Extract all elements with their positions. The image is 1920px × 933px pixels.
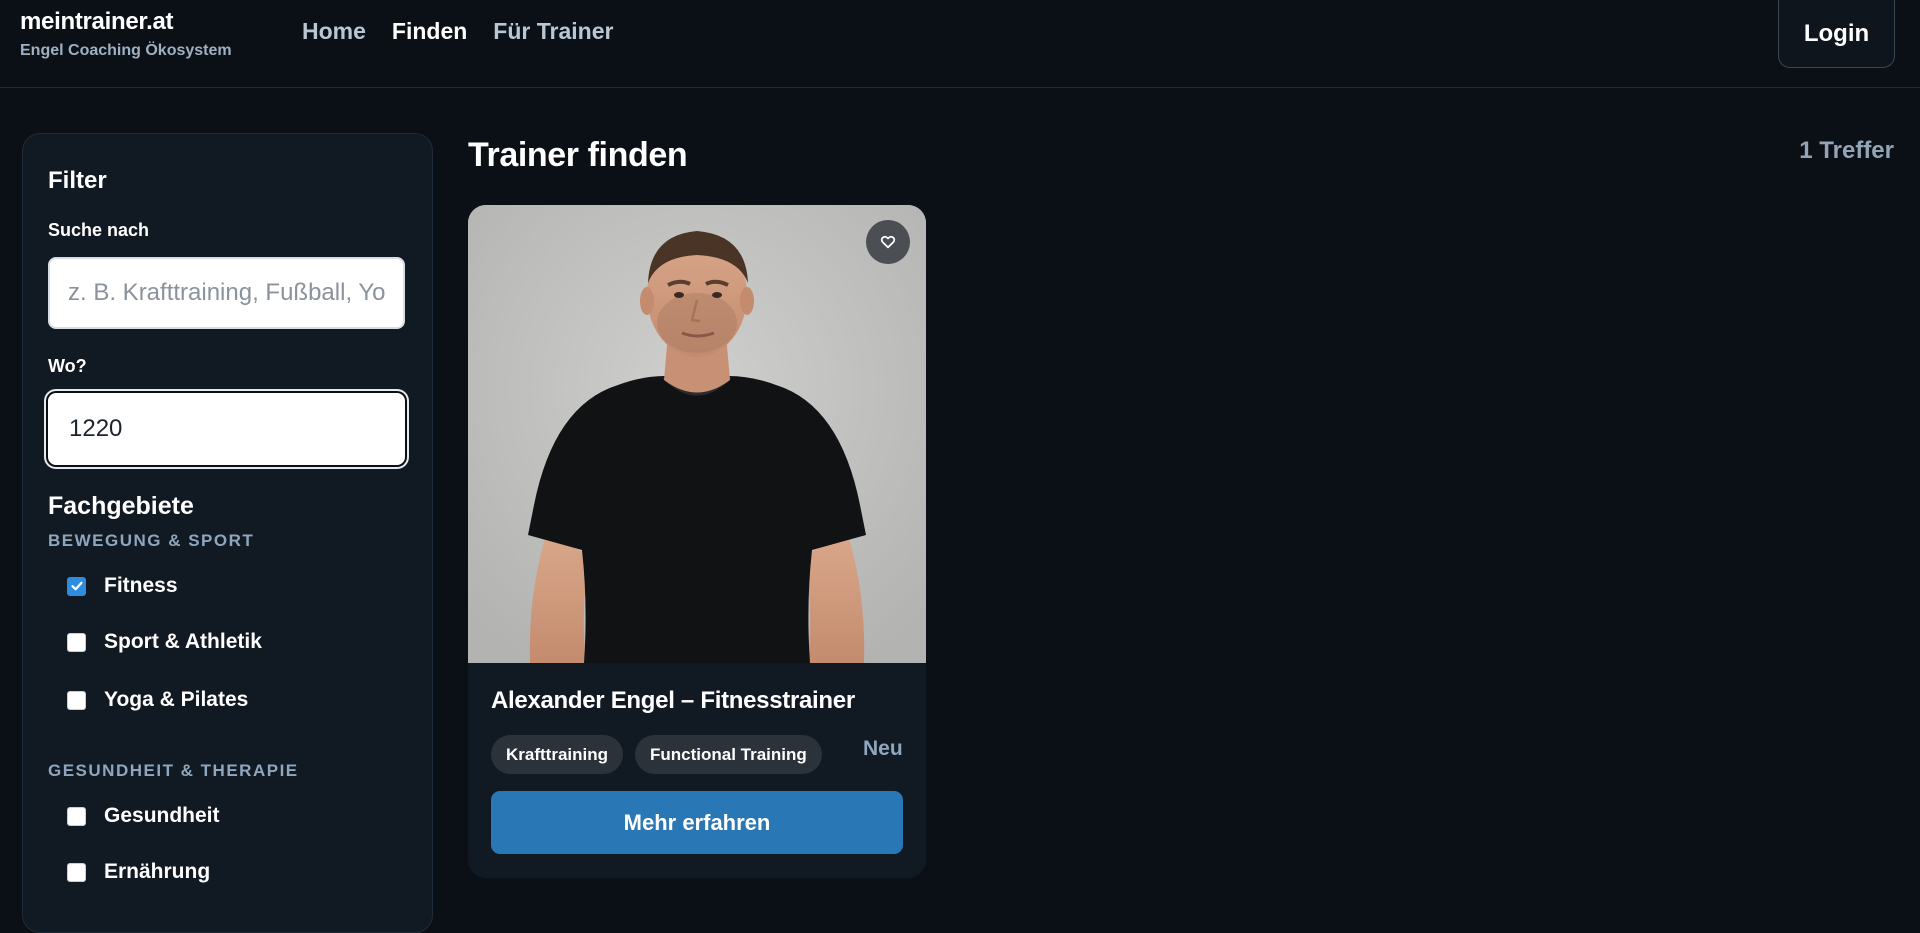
tag-chip: Krafttraining [491,735,623,774]
login-button[interactable]: Login [1778,0,1895,68]
brand-title[interactable]: meintrainer.at [20,8,232,36]
result-count: 1 Treffer [1799,137,1894,164]
trainer-name[interactable]: Alexander Engel – Fitnesstrainer [491,687,855,715]
more-info-button[interactable]: Mehr erfahren [491,791,903,854]
search-input[interactable] [48,257,405,329]
page-title: Trainer finden [468,136,688,174]
checkbox-unchecked-icon[interactable] [67,690,86,710]
main-nav: Home Finden Für Trainer [302,18,613,45]
specialties-heading: Fachgebiete [48,492,194,520]
trainer-portrait-image [468,205,926,663]
filter-sidebar: Filter Suche nach Wo? Fachgebiete BEWEGU… [22,133,433,933]
checkbox-label: Gesundheit [104,804,220,827]
nav-fuer-trainer[interactable]: Für Trainer [493,18,613,45]
nav-home[interactable]: Home [302,18,366,45]
checkbox-label: Sport & Athletik [104,630,262,653]
checkbox-unchecked-icon[interactable] [67,632,86,652]
location-label: Wo? [48,356,87,376]
checkbox-unchecked-icon[interactable] [67,806,86,826]
checkbox-fitness[interactable]: Fitness [67,574,178,598]
brand[interactable]: meintrainer.at Engel Coaching Ökosystem [20,8,232,60]
group-heading-movement-sport: BEWEGUNG & SPORT [48,531,255,550]
location-input[interactable] [48,393,405,465]
search-label: Suche nach [48,220,150,240]
checkbox-yoga-pilates[interactable]: Yoga & Pilates [67,688,248,712]
checkbox-checked-icon[interactable] [67,576,86,596]
checkbox-label: Yoga & Pilates [104,688,249,711]
top-navigation-bar: meintrainer.at Engel Coaching Ökosystem … [0,0,1920,88]
checkbox-label: Fitness [104,574,178,597]
checkbox-sport-athletik[interactable]: Sport & Athletik [67,630,262,654]
brand-subtitle: Engel Coaching Ökosystem [20,42,232,59]
new-badge: Neu [863,737,903,760]
tag-chip: Functional Training [635,735,822,774]
nav-finden[interactable]: Finden [392,18,467,45]
filter-title: Filter [48,167,107,194]
checkbox-label: Ernährung [104,860,211,883]
checkbox-unchecked-icon[interactable] [67,862,86,882]
trainer-photo[interactable] [468,205,926,663]
heart-icon [880,235,896,249]
group-heading-health-therapy: GESUNDHEIT & THERAPIE [48,761,299,780]
tag-list: Krafttraining Functional Training [491,735,822,774]
trainer-card[interactable]: Alexander Engel – Fitnesstrainer Krafttr… [468,205,926,878]
favorite-button[interactable] [866,220,910,264]
checkbox-ernaehrung[interactable]: Ernährung [67,860,210,884]
checkbox-gesundheit[interactable]: Gesundheit [67,804,220,828]
